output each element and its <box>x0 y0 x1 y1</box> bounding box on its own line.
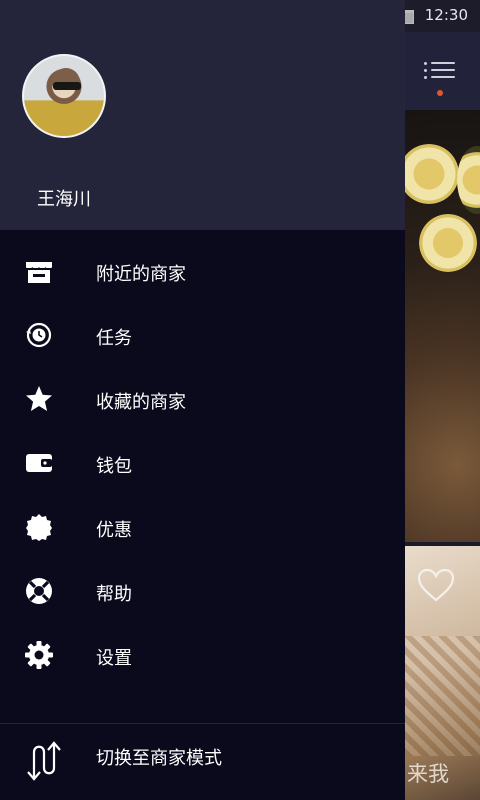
user-name: 王海川 <box>37 189 91 210</box>
avatar[interactable] <box>22 54 106 138</box>
menu-list-icon[interactable] <box>420 58 458 98</box>
switch-arrows-icon <box>27 741 61 781</box>
drawer-header: 王海川 <box>0 0 405 230</box>
switch-mode-label: 切换至商家模式 <box>96 748 222 769</box>
menu-item-discounts[interactable]: 优惠 <box>0 496 405 560</box>
divider <box>0 723 405 724</box>
star-icon <box>26 386 52 411</box>
food-photo[interactable] <box>405 110 480 542</box>
notification-dot <box>437 90 443 96</box>
wallet-icon <box>26 454 52 472</box>
menu-item-settings[interactable]: 设置 <box>0 624 405 688</box>
status-time: 12:30 <box>424 6 468 24</box>
menu-item-label: 帮助 <box>96 584 132 605</box>
menu-item-wallet[interactable]: 钱包 <box>0 432 405 496</box>
menu-item-favorite-merchants[interactable]: 收藏的商家 <box>0 368 405 432</box>
menu-item-label: 附近的商家 <box>96 264 186 285</box>
menu-item-label: 任务 <box>96 328 132 349</box>
gear-icon <box>25 641 53 669</box>
menu-item-label: 钱包 <box>96 456 132 477</box>
store-icon <box>25 262 53 283</box>
menu-item-label: 设置 <box>96 648 132 669</box>
battery-icon <box>404 10 414 24</box>
lifebuoy-icon <box>26 578 52 604</box>
menu-item-label: 收藏的商家 <box>96 392 186 413</box>
background-caption: 来我 <box>407 762 449 786</box>
switch-to-merchant-mode-button[interactable]: 切换至商家模式 <box>0 726 405 800</box>
navigation-drawer: 王海川 附近的商家 任务 收藏的商家 钱包 优惠 帮助 设置 切换至商家模式 <box>0 0 405 800</box>
menu-item-tasks[interactable]: 任务 <box>0 304 405 368</box>
menu-item-label: 优惠 <box>96 520 132 541</box>
menu-item-help[interactable]: 帮助 <box>0 560 405 624</box>
heart-icon[interactable] <box>416 566 456 606</box>
task-clock-icon <box>26 322 52 348</box>
menu-item-nearby-merchants[interactable]: 附近的商家 <box>0 240 405 304</box>
discount-badge-icon <box>26 514 52 541</box>
